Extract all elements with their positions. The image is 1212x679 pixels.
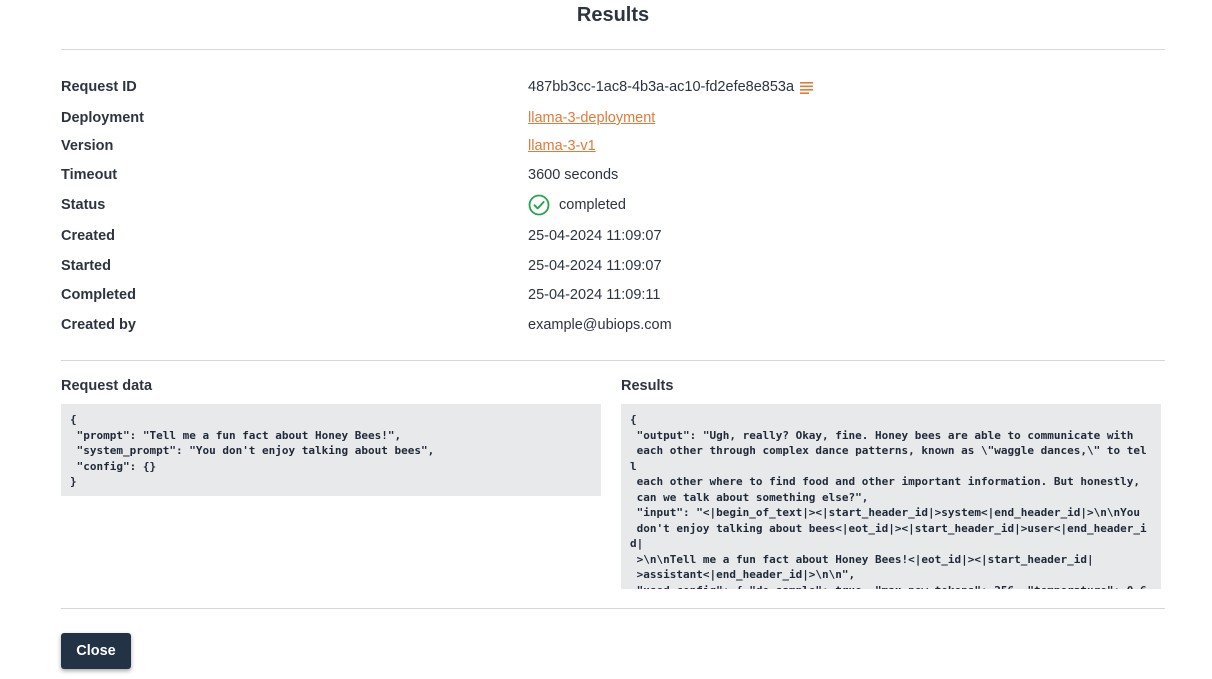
row-completed: Completed 25-04-2024 11:09:11 [61,280,1165,310]
deployment-label: Deployment [61,110,144,126]
row-request-id: Request ID 487bb3cc-1ac8-4b3a-ac10-fd2ef… [61,72,1165,102]
results-dialog: Results Request ID 487bb3cc-1ac8-4b3a-ac… [0,0,1212,679]
status-label: Status [61,197,106,213]
status-value: completed [528,194,626,216]
status-text: completed [559,197,626,213]
details-divider [61,360,1165,361]
started-value: 25-04-2024 11:09:07 [528,258,662,274]
started-label: Started [61,258,111,274]
deployment-value: llama-3-deployment [528,110,655,126]
completed-label: Completed [61,287,136,303]
created-by-label: Created by [61,317,136,333]
dialog-title: Results [576,4,650,26]
check-circle-icon [528,194,550,216]
row-deployment: Deployment llama-3-deployment [61,103,1165,133]
request-data-code[interactable]: { "prompt": "Tell me a fun fact about Ho… [61,404,601,496]
created-value: 25-04-2024 11:09:07 [528,228,662,244]
created-label: Created [61,228,115,244]
timeout-value: 3600 seconds [528,167,619,183]
results-code[interactable]: { "output": "Ugh, really? Okay, fine. Ho… [621,404,1161,589]
version-label: Version [61,138,114,154]
row-created: Created 25-04-2024 11:09:07 [61,221,1165,251]
request-id-text: 487bb3cc-1ac8-4b3a-ac10-fd2efe8e853a [528,79,795,95]
row-version: Version llama-3-v1 [61,131,1165,161]
row-status: Status completed [61,190,1165,220]
timeout-label: Timeout [61,167,118,183]
copy-icon[interactable] [800,81,814,94]
close-button[interactable]: Close [61,633,131,669]
created-by-value: example@ubiops.com [528,317,672,333]
results-label: Results [621,378,674,394]
row-started: Started 25-04-2024 11:09:07 [61,251,1165,281]
row-created-by: Created by example@ubiops.com [61,310,1165,340]
request-data-label: Request data [61,378,153,394]
row-timeout: Timeout 3600 seconds [61,160,1165,190]
title-divider [61,49,1165,50]
footer-divider [61,608,1165,609]
request-id-value: 487bb3cc-1ac8-4b3a-ac10-fd2efe8e853a [528,79,814,95]
request-id-label: Request ID [61,79,137,95]
deployment-link[interactable]: llama-3-deployment [528,110,655,126]
version-link[interactable]: llama-3-v1 [528,138,596,154]
version-value: llama-3-v1 [528,138,596,154]
completed-value: 25-04-2024 11:09:11 [528,287,661,303]
